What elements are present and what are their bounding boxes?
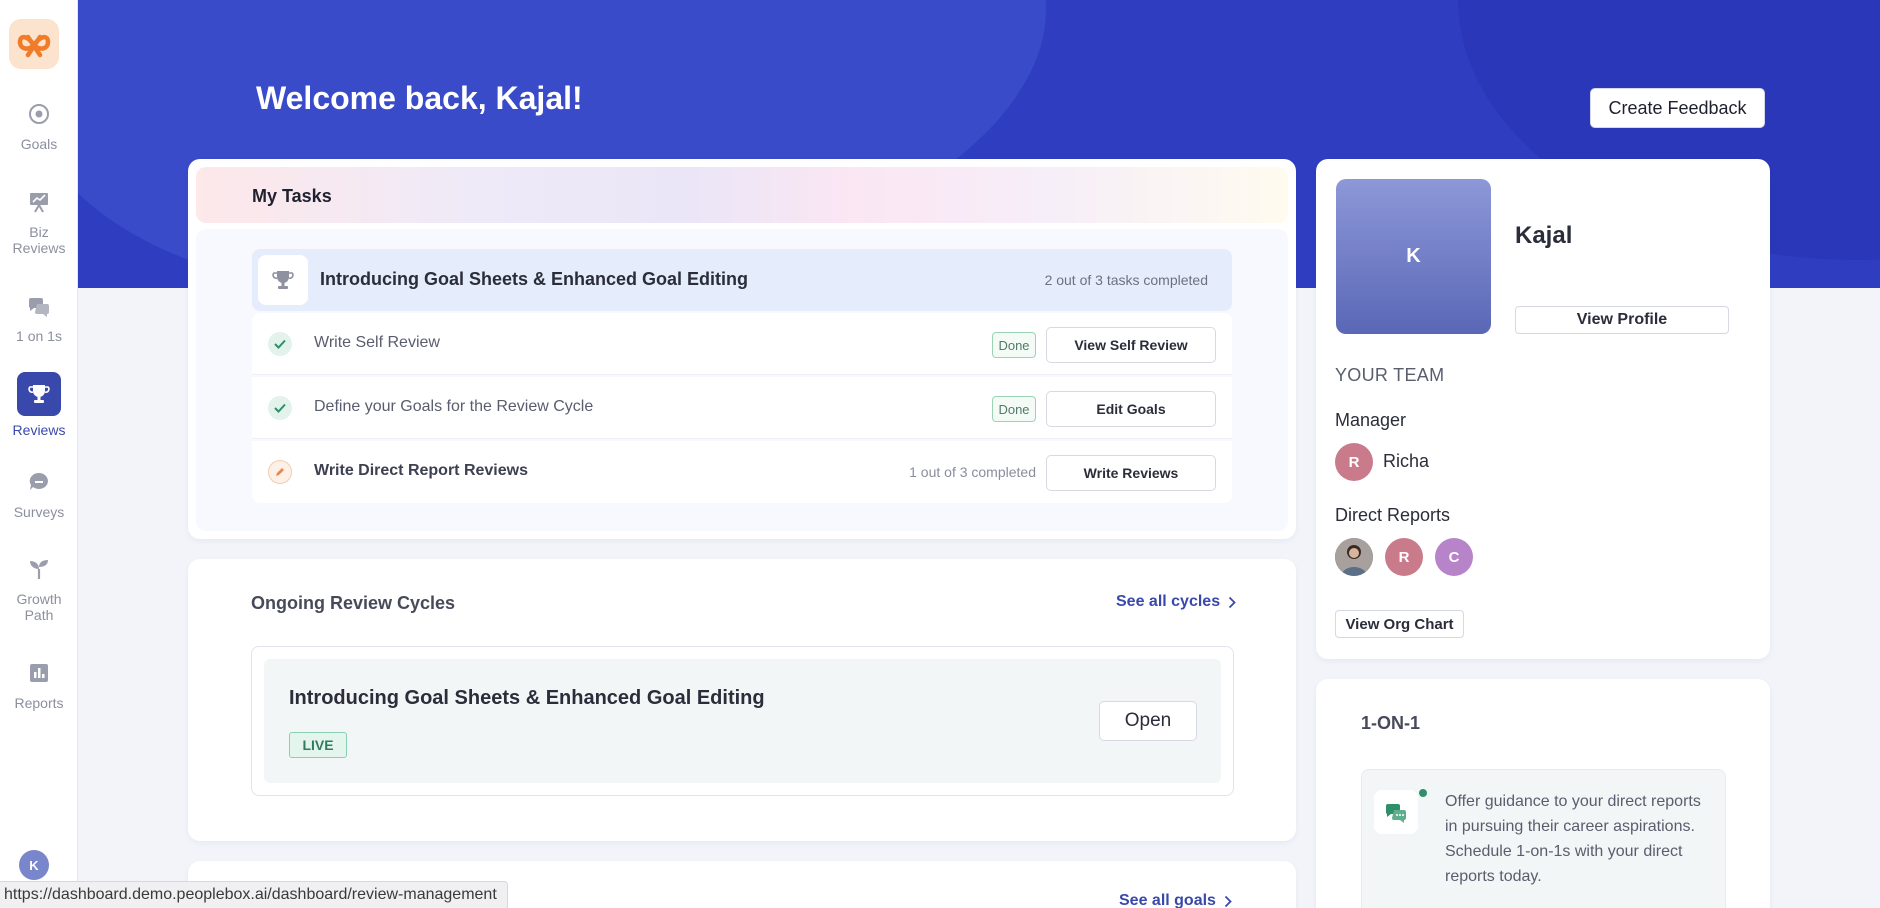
see-all-label: See all cycles: [1116, 593, 1221, 610]
person-photo-icon: [1335, 538, 1373, 576]
task-count: 1 out of 3 completed: [909, 464, 1036, 480]
task-label: Write Direct Report Reviews: [314, 462, 528, 479]
section-title: Ongoing Review Cycles: [251, 593, 456, 613]
sprout-icon: [27, 557, 51, 581]
task-row: Write Direct Report Reviews 1 out of 3 c…: [252, 441, 1232, 503]
review-cycle-card: Introducing Goal Sheets & Enhanced Goal …: [251, 646, 1234, 796]
sidebar-item-label: Biz Reviews: [12, 224, 66, 256]
pencil-icon: [268, 460, 292, 484]
sidebar-item-goals[interactable]: Goals: [0, 102, 78, 152]
user-avatar[interactable]: K: [19, 850, 49, 880]
my-tasks-card: My Tasks Introducing Goal Sheets & Enhan…: [188, 159, 1296, 539]
direct-report-avatar[interactable]: R: [1385, 538, 1423, 576]
write-reviews-button[interactable]: Write Reviews: [1046, 455, 1216, 491]
profile-card: K Kajal View Profile YOUR TEAM Manager R…: [1316, 159, 1770, 659]
pretzel-icon: [17, 34, 51, 58]
task-label: Define your Goals for the Review Cycle: [314, 398, 594, 415]
status-badge: Done: [992, 396, 1036, 422]
task-label: Write Self Review: [314, 334, 440, 351]
sidebar-item-reports[interactable]: Reports: [0, 661, 78, 711]
status-badge: LIVE: [289, 732, 347, 758]
one-on-one-text: Offer guidance to your direct reports in…: [1445, 789, 1707, 889]
team-heading: YOUR TEAM: [1335, 365, 1445, 385]
trophy-icon: [17, 372, 61, 416]
see-all-goals-link[interactable]: See all goals: [1119, 892, 1232, 908]
open-cycle-button[interactable]: Open: [1099, 701, 1197, 741]
manager-heading: Manager: [1335, 410, 1407, 430]
chevron-right-icon: [1228, 596, 1236, 608]
direct-report-avatar[interactable]: C: [1435, 538, 1473, 576]
sidebar: Goals Biz Reviews 1 on 1s Reviews Survey…: [0, 0, 78, 908]
sidebar-item-label: Reports: [14, 695, 64, 711]
sidebar-item-label: 1 on 1s: [16, 328, 62, 344]
direct-reports-heading: Direct Reports: [1335, 505, 1451, 525]
sidebar-item-label: Surveys: [13, 504, 65, 520]
task-row: Define your Goals for the Review Cycle D…: [252, 377, 1232, 439]
task-cycle-row[interactable]: Introducing Goal Sheets & Enhanced Goal …: [252, 249, 1232, 311]
one-on-one-card: 1-ON-1 Offer guidance to your direct rep…: [1316, 679, 1770, 908]
see-all-label: See all goals: [1119, 892, 1216, 908]
my-tasks-title: My Tasks: [252, 186, 332, 206]
view-self-review-button[interactable]: View Self Review: [1046, 327, 1216, 363]
edit-goals-button[interactable]: Edit Goals: [1046, 391, 1216, 427]
sidebar-item-surveys[interactable]: Surveys: [0, 470, 78, 520]
sidebar-item-label: Growth Path: [16, 591, 62, 623]
manager-name[interactable]: Richa: [1383, 451, 1429, 472]
one-on-one-text-line: Offer guidance to your direct reports in…: [1445, 793, 1701, 835]
my-tasks-body: Introducing Goal Sheets & Enhanced Goal …: [196, 229, 1288, 531]
peoplebox-logo[interactable]: [9, 19, 59, 69]
trophy-icon: [258, 255, 308, 305]
one-on-one-title: 1-ON-1: [1361, 713, 1421, 733]
view-org-chart-button[interactable]: View Org Chart: [1335, 610, 1464, 638]
direct-report-avatar-photo[interactable]: [1335, 538, 1373, 576]
bar-chart-icon: [27, 661, 51, 685]
speech-bubble-icon: [27, 470, 51, 494]
profile-avatar: K: [1336, 179, 1491, 334]
profile-name: Kajal: [1515, 222, 1573, 249]
one-on-one-text-line: Schedule 1-on-1s with your direct report…: [1445, 843, 1683, 885]
page-title: Welcome back, Kajal!: [256, 80, 583, 116]
review-cycle-name: Introducing Goal Sheets & Enhanced Goal …: [289, 687, 765, 709]
see-all-cycles-link[interactable]: See all cycles: [1116, 593, 1236, 611]
task-row: Write Self Review Done View Self Review: [252, 313, 1232, 375]
sidebar-item-label: Goals: [20, 136, 58, 152]
chat-icon: [1374, 790, 1418, 834]
sidebar-item-1on1s[interactable]: 1 on 1s: [0, 294, 78, 344]
status-bar-url: https://dashboard.demo.peoplebox.ai/dash…: [0, 881, 508, 908]
view-profile-button[interactable]: View Profile: [1515, 306, 1729, 334]
sidebar-item-biz-reviews[interactable]: Biz Reviews: [0, 190, 78, 256]
my-tasks-header: My Tasks: [196, 167, 1288, 223]
sidebar-item-label: Reviews: [12, 422, 66, 438]
chat-bubbles-icon: [27, 294, 51, 318]
chevron-right-icon: [1224, 895, 1232, 907]
status-badge: Done: [992, 332, 1036, 358]
notification-dot: [1419, 789, 1427, 797]
task-cycle-progress: 2 out of 3 tasks completed: [1044, 272, 1208, 288]
check-icon: [268, 396, 292, 420]
task-cycle-name: Introducing Goal Sheets & Enhanced Goal …: [320, 269, 749, 289]
review-cycle-inner: Introducing Goal Sheets & Enhanced Goal …: [264, 659, 1221, 783]
target-icon: [27, 102, 51, 126]
sidebar-item-reviews[interactable]: Reviews: [0, 372, 78, 438]
create-feedback-button[interactable]: Create Feedback: [1590, 88, 1765, 128]
check-icon: [268, 332, 292, 356]
ongoing-review-cycles-card: Ongoing Review Cycles See all cycles Int…: [188, 559, 1296, 841]
one-on-one-prompt: Offer guidance to your direct reports in…: [1361, 769, 1726, 908]
presentation-icon: [27, 190, 51, 214]
manager-avatar[interactable]: R: [1335, 443, 1373, 481]
sidebar-item-growth-path[interactable]: Growth Path: [0, 557, 78, 623]
